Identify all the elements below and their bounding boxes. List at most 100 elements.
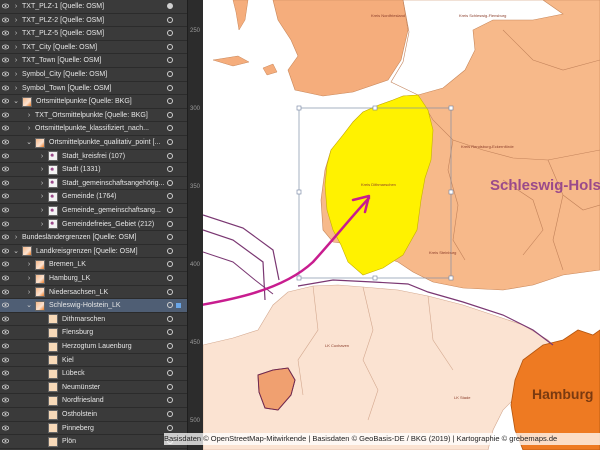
- target-circle-icon[interactable]: [167, 383, 173, 390]
- layer-row[interactable]: › TXT_PLZ-2 [Quelle: OSM]: [0, 14, 187, 28]
- target-circle-icon[interactable]: [167, 84, 173, 91]
- target-circle-icon[interactable]: [167, 111, 173, 118]
- eye-icon[interactable]: [2, 411, 9, 417]
- layer-row[interactable]: Dithmarschen: [0, 313, 187, 327]
- target-circle-icon[interactable]: [167, 30, 173, 37]
- layer-row[interactable]: › Bremen_LK: [0, 258, 187, 272]
- layer-row[interactable]: › Ortsmittelpunkte_klassifiziert_nach...: [0, 122, 187, 136]
- layer-row[interactable]: Herzogtum Lauenburg: [0, 340, 187, 354]
- eye-icon[interactable]: [2, 425, 9, 431]
- target-circle-icon[interactable]: [167, 370, 173, 377]
- target-circle-icon[interactable]: [167, 329, 173, 336]
- target-circle-icon[interactable]: [167, 302, 173, 309]
- target-circle-icon[interactable]: [167, 43, 173, 50]
- target-circle-icon[interactable]: [167, 125, 173, 132]
- eye-icon[interactable]: [2, 139, 9, 145]
- chevron-down-icon[interactable]: ⌄: [25, 301, 33, 310]
- layer-row[interactable]: › TXT_Ortsmittelpunkte [Quelle: BKG]: [0, 109, 187, 123]
- chevron-right-icon[interactable]: ›: [25, 111, 33, 120]
- target-circle-icon[interactable]: [167, 71, 173, 77]
- eye-icon[interactable]: [2, 248, 9, 254]
- layer-row[interactable]: Neumünster: [0, 381, 187, 395]
- layer-row[interactable]: Pinneberg: [0, 422, 187, 436]
- vertical-ruler[interactable]: 250 300 350 400 450 500: [187, 0, 204, 450]
- map-svg[interactable]: [203, 0, 600, 450]
- map-canvas[interactable]: Kreis Nordfriesland Kreis Schleswig-Flen…: [203, 0, 600, 450]
- layer-row[interactable]: › Gemeindefreies_Gebiet (212): [0, 218, 187, 232]
- layer-row[interactable]: ⌄ Ortsmittelpunkte_qualitativ_point [...: [0, 136, 187, 150]
- chevron-right-icon[interactable]: ›: [25, 124, 33, 133]
- chevron-right-icon[interactable]: ›: [38, 220, 46, 229]
- chevron-right-icon[interactable]: ›: [12, 43, 20, 52]
- eye-icon[interactable]: [2, 57, 9, 63]
- target-circle-icon[interactable]: [167, 179, 173, 186]
- target-circle-icon[interactable]: [167, 152, 173, 159]
- chevron-right-icon[interactable]: ›: [12, 56, 20, 65]
- layer-row[interactable]: ⌄ Ortsmittelpunkte [Quelle: BKG]: [0, 95, 187, 109]
- chevron-right-icon[interactable]: ›: [12, 16, 20, 25]
- eye-icon[interactable]: [2, 180, 9, 186]
- eye-icon[interactable]: [2, 316, 9, 322]
- eye-icon[interactable]: [2, 44, 9, 50]
- chevron-right-icon[interactable]: ›: [25, 274, 33, 283]
- chevron-right-icon[interactable]: ›: [25, 288, 33, 297]
- eye-icon[interactable]: [2, 71, 9, 77]
- eye-icon[interactable]: [2, 234, 9, 240]
- layer-row[interactable]: Plön: [0, 435, 187, 449]
- layer-row[interactable]: › Gemeinde (1764): [0, 190, 187, 204]
- layer-row[interactable]: Ostholstein: [0, 408, 187, 422]
- chevron-right-icon[interactable]: ›: [12, 70, 20, 79]
- target-circle-icon[interactable]: [167, 343, 173, 349]
- layer-row[interactable]: › TXT_PLZ-1 [Quelle: OSM]: [0, 0, 187, 14]
- eye-icon[interactable]: [2, 3, 9, 9]
- layer-row[interactable]: › Stadt (1331): [0, 163, 187, 177]
- layer-row[interactable]: › Hamburg_LK: [0, 272, 187, 286]
- eye-icon[interactable]: [2, 221, 9, 227]
- layer-row[interactable]: › Symbol_City [Quelle: OSM]: [0, 68, 187, 82]
- target-circle-icon[interactable]: [167, 193, 173, 200]
- target-circle-icon[interactable]: [167, 220, 173, 227]
- target-circle-icon[interactable]: [167, 247, 173, 254]
- target-circle-icon[interactable]: [167, 424, 173, 431]
- layer-row[interactable]: Flensburg: [0, 326, 187, 340]
- eye-icon[interactable]: [2, 302, 9, 308]
- eye-icon[interactable]: [2, 30, 9, 36]
- chevron-right-icon[interactable]: ›: [12, 233, 20, 242]
- eye-icon[interactable]: [2, 384, 9, 390]
- layer-row[interactable]: Lübeck: [0, 367, 187, 381]
- chevron-right-icon[interactable]: ›: [38, 152, 46, 161]
- chevron-down-icon[interactable]: ⌄: [12, 247, 20, 256]
- eye-icon[interactable]: [2, 125, 9, 131]
- eye-icon[interactable]: [2, 438, 9, 444]
- eye-icon[interactable]: [2, 193, 9, 199]
- target-circle-icon[interactable]: [167, 207, 173, 213]
- layer-row[interactable]: › Symbol_Town [Quelle: OSM]: [0, 82, 187, 96]
- layer-row[interactable]: › Niedersachsen_LK: [0, 286, 187, 300]
- layer-row[interactable]: ⌄ Landkreisgrenzen [Quelle: OSM]: [0, 245, 187, 259]
- layer-row[interactable]: ⌄ Schleswig-Holstein_LK: [0, 299, 187, 313]
- target-circle-icon[interactable]: [167, 315, 173, 322]
- eye-icon[interactable]: [2, 153, 9, 159]
- eye-icon[interactable]: [2, 275, 9, 281]
- eye-icon[interactable]: [2, 17, 9, 23]
- layer-row[interactable]: Nordfriesland: [0, 394, 187, 408]
- target-circle-icon[interactable]: [167, 16, 173, 23]
- chevron-right-icon[interactable]: ›: [12, 29, 20, 38]
- target-circle-icon[interactable]: [167, 411, 173, 417]
- eye-icon[interactable]: [2, 370, 9, 376]
- eye-icon[interactable]: [2, 98, 9, 104]
- eye-icon[interactable]: [2, 397, 9, 403]
- eye-icon[interactable]: [2, 261, 9, 267]
- eye-icon[interactable]: [2, 289, 9, 295]
- layer-row[interactable]: › TXT_Town [Quelle: OSM]: [0, 54, 187, 68]
- chevron-right-icon[interactable]: ›: [38, 206, 46, 215]
- target-circle-icon[interactable]: [167, 288, 173, 295]
- eye-icon[interactable]: [2, 357, 9, 363]
- target-circle-icon[interactable]: [167, 3, 173, 9]
- eye-icon[interactable]: [2, 329, 9, 335]
- layer-row[interactable]: › Gemeinde_gemeinschaftsang...: [0, 204, 187, 218]
- eye-icon[interactable]: [2, 85, 9, 91]
- target-circle-icon[interactable]: [167, 98, 173, 105]
- layer-row[interactable]: › Stadt_kreisfrei (107): [0, 150, 187, 164]
- layer-row[interactable]: Kiel: [0, 354, 187, 368]
